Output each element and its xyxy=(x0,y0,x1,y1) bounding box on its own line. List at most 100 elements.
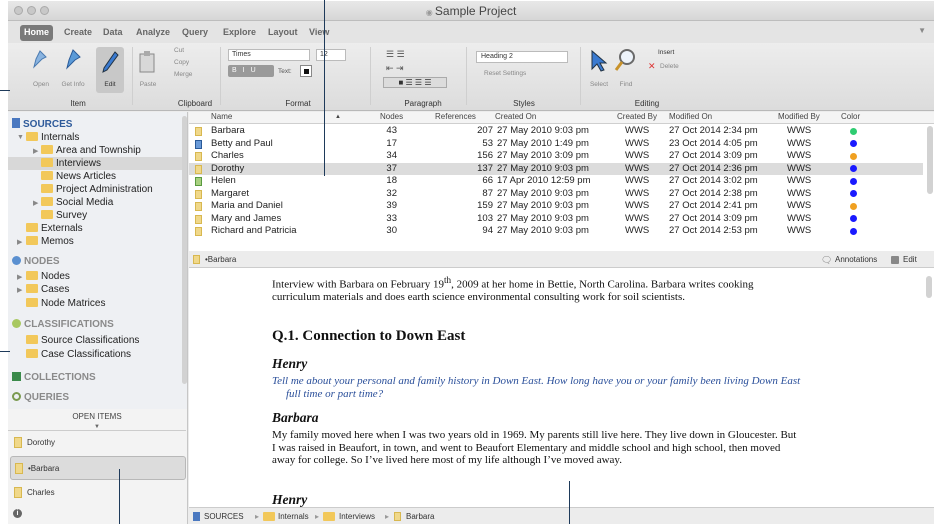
chevron-right-icon[interactable]: ▶ xyxy=(33,199,38,207)
list-scrollbar[interactable] xyxy=(927,126,933,194)
sidebar-item-area-and-township[interactable]: Area and Township xyxy=(41,144,141,157)
sidebar-item-survey[interactable]: Survey xyxy=(41,209,87,222)
open-item-dorothy[interactable]: Dorothy xyxy=(10,431,186,455)
sidebar-item-memos[interactable]: Memos xyxy=(26,235,74,248)
list-format-icons[interactable]: ☰ ☰ xyxy=(386,49,405,60)
bold-italic-underline-buttons[interactable]: BIU xyxy=(228,65,274,77)
tab-layout[interactable]: Layout xyxy=(264,25,302,41)
select-button[interactable]: Select xyxy=(586,81,612,88)
document-icon xyxy=(14,487,22,498)
edit-button[interactable]: Edit xyxy=(96,47,124,93)
sidebar-scrollbar[interactable] xyxy=(182,116,187,384)
tab-create[interactable]: Create xyxy=(60,25,96,41)
collapse-ribbon-icon[interactable]: ▼ xyxy=(918,26,926,35)
open-item-barbara[interactable]: •Barbara xyxy=(10,456,186,480)
edit-checkbox-icon[interactable] xyxy=(891,256,899,264)
insert-button[interactable]: Insert xyxy=(658,49,674,56)
column-header-modified-by[interactable]: Modified By xyxy=(778,112,820,121)
table-row[interactable]: Dorothy 37 137 27 May 2010 9:03 pm WWS 27 Oct… xyxy=(189,162,923,175)
collections-header[interactable]: COLLECTIONS xyxy=(12,372,96,383)
breadcrumb-internals[interactable]: Internals xyxy=(278,508,309,524)
breadcrumb-interviews[interactable]: Interviews xyxy=(339,508,375,524)
edit-button-label: Edit xyxy=(104,81,116,88)
chevron-right-icon[interactable]: ▶ xyxy=(33,147,38,155)
merge-button[interactable]: Merge xyxy=(174,71,192,78)
find-button[interactable]: Find xyxy=(616,81,636,88)
tab-home[interactable]: Home xyxy=(20,25,54,41)
annotations-toggle[interactable]: Annotations xyxy=(835,252,877,268)
indent-icons[interactable]: ⇤ ⇥ xyxy=(386,63,404,74)
cell-refs: 87 xyxy=(482,187,493,199)
breadcrumb-barbara[interactable]: Barbara xyxy=(406,508,434,524)
sidebar-item-internals[interactable]: Internals xyxy=(26,131,79,144)
cell-mby: WWS xyxy=(787,150,812,161)
chevron-right-icon[interactable]: ▶ xyxy=(17,286,22,294)
column-header-created-on[interactable]: Created On xyxy=(495,112,536,121)
edit-toggle[interactable]: Edit xyxy=(903,252,917,268)
paste-button[interactable]: Paste xyxy=(136,81,160,88)
sidebar-item-nodes[interactable]: Nodes xyxy=(26,270,70,283)
classifications-header[interactable]: CLASSIFICATIONS xyxy=(12,319,114,330)
document-icon xyxy=(195,214,202,224)
font-name-select[interactable]: Times xyxy=(228,49,310,61)
sidebar-item-news-articles[interactable]: News Articles xyxy=(41,170,116,183)
cell-modified: 27 Oct 2014 2:41 pm xyxy=(669,200,758,211)
font-size-select[interactable]: 12 xyxy=(316,49,346,61)
cut-button[interactable]: Cut xyxy=(174,47,184,54)
tab-query[interactable]: Query xyxy=(178,25,212,41)
sort-ascending-icon[interactable]: ▲ xyxy=(335,114,341,120)
chevron-down-icon[interactable]: ▼ xyxy=(17,134,24,141)
sidebar-item-cases[interactable]: Cases xyxy=(26,283,69,296)
breadcrumb-sources[interactable]: SOURCES xyxy=(204,508,244,524)
table-row[interactable]: Mary and James 33 103 27 May 2010 9:03 pm WW… xyxy=(189,213,923,225)
sidebar-item-case-classifications[interactable]: Case Classifications xyxy=(26,348,131,361)
tab-data[interactable]: Data xyxy=(99,25,127,41)
info-icon[interactable]: i xyxy=(13,509,22,518)
tab-view[interactable]: View xyxy=(305,25,333,41)
cell-nodes: 39 xyxy=(386,200,397,211)
chevron-right-icon[interactable]: ▶ xyxy=(17,238,22,246)
table-row[interactable]: Betty and Paul 17 53 27 May 2010 1:49 pm WWS… xyxy=(189,138,923,150)
get-info-button[interactable]: Get Info xyxy=(56,81,90,88)
column-header-created-by[interactable]: Created By xyxy=(617,112,657,121)
queries-header[interactable]: QUERIES xyxy=(12,392,69,403)
document-view[interactable]: Interview with Barbara on February 19th,… xyxy=(189,268,934,507)
table-row[interactable]: Maria and Daniel 39 159 27 May 2010 9:03 pm… xyxy=(189,200,923,212)
table-row[interactable]: Richard and Patricia 30 94 27 May 2010 9:03… xyxy=(189,225,923,237)
tab-explore[interactable]: Explore xyxy=(219,25,260,41)
column-header-references[interactable]: References xyxy=(435,112,476,121)
reset-settings-button[interactable]: Reset Settings xyxy=(484,70,526,77)
document-scrollbar[interactable] xyxy=(926,276,932,298)
cell-nodes: 17 xyxy=(386,137,397,149)
sidebar-item-externals[interactable]: Externals xyxy=(26,222,83,235)
folder-icon xyxy=(26,335,38,344)
sources-header[interactable]: SOURCES xyxy=(12,118,72,130)
open-item-charles[interactable]: Charles xyxy=(10,481,186,505)
sidebar-item-project-administration[interactable]: Project Administration xyxy=(41,183,153,196)
open-button[interactable]: Open xyxy=(26,81,56,88)
chevron-right-icon[interactable]: ▶ xyxy=(17,273,22,281)
open-items-header[interactable]: OPEN ITEMS ▼ xyxy=(8,409,186,431)
sidebar-item-node-matrices[interactable]: Node Matrices xyxy=(26,297,105,310)
style-select[interactable]: Heading 2 xyxy=(476,51,568,63)
sidebar-item-source-classifications[interactable]: Source Classifications xyxy=(26,334,139,347)
sidebar-item-interviews[interactable]: Interviews xyxy=(8,157,187,170)
folder-icon xyxy=(41,197,53,206)
chevron-right-icon: ▸ xyxy=(255,512,260,521)
nodes-header[interactable]: NODES xyxy=(12,256,60,267)
tab-analyze[interactable]: Analyze xyxy=(132,25,174,41)
table-row[interactable]: Helen 18 66 17 Apr 2010 12:59 pm WWS 27 Oct 2… xyxy=(189,175,923,187)
ribbon-separator xyxy=(580,47,581,105)
column-header-modified-on[interactable]: Modified On xyxy=(669,112,712,121)
table-row[interactable]: Barbara 43 207 27 May 2010 9:03 pm WWS 27 Oct… xyxy=(189,125,923,137)
column-header-nodes[interactable]: Nodes xyxy=(380,112,403,121)
sidebar-item-social-media[interactable]: Social Media xyxy=(41,196,113,209)
text-color-swatch[interactable] xyxy=(300,65,312,77)
alignment-buttons[interactable]: ■ ☰ ☰ ☰ xyxy=(383,77,447,88)
column-header-color[interactable]: Color xyxy=(841,112,860,121)
table-row[interactable]: Charles 34 156 27 May 2010 3:09 pm WWS 27 Oct… xyxy=(189,150,923,162)
table-row[interactable]: Margaret 32 87 27 May 2010 9:03 pm WWS 27 Oct… xyxy=(189,188,923,200)
column-header-name[interactable]: Name xyxy=(211,112,232,121)
delete-button[interactable]: Delete xyxy=(660,63,679,70)
copy-button[interactable]: Copy xyxy=(174,59,189,66)
